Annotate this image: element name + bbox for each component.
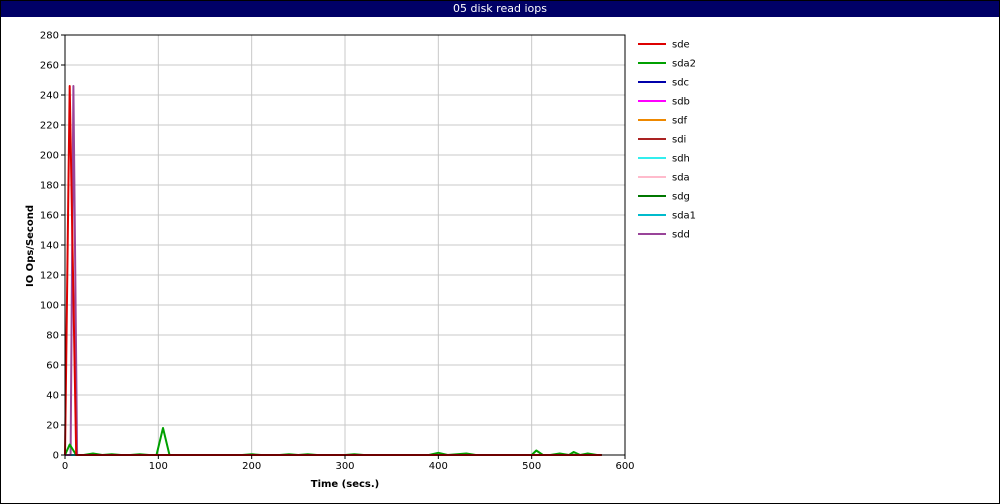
legend: sde sda2 sdc sdb sdf sdi sdh sda sdg sda1 sdd bbox=[638, 40, 696, 241]
y-tick-label: 240 bbox=[40, 91, 59, 102]
legend-label-sdb: sdb bbox=[672, 97, 690, 108]
y-tick-label: 40 bbox=[46, 391, 59, 402]
x-tick-label: 600 bbox=[615, 461, 634, 472]
legend-label-sdc: sdc bbox=[672, 78, 689, 89]
legend-label-sda: sda bbox=[672, 173, 690, 184]
x-axis-title: Time (secs.) bbox=[311, 479, 380, 490]
grid bbox=[64, 34, 626, 456]
y-tick-label: 220 bbox=[40, 121, 59, 132]
y-tick-label: 140 bbox=[40, 241, 59, 252]
y-tick-label: 260 bbox=[40, 61, 59, 72]
legend-label-sdg: sdg bbox=[672, 192, 690, 203]
y-tick-label: 20 bbox=[46, 421, 59, 432]
line-chart: 0 100 200 300 400 500 600 0 20 40 60 80 100 120 140 160… bbox=[25, 31, 696, 491]
legend-label-sdi: sdi bbox=[672, 135, 686, 146]
legend-label-sdh: sdh bbox=[672, 154, 690, 165]
y-tick-label: 160 bbox=[40, 211, 59, 222]
x-tick-label: 0 bbox=[62, 461, 68, 472]
y-tick-label: 120 bbox=[40, 271, 59, 282]
y-tick-label: 80 bbox=[46, 331, 59, 342]
legend-label-sdf: sdf bbox=[672, 116, 688, 127]
legend-label-sda2: sda2 bbox=[672, 59, 696, 70]
x-tick-label: 300 bbox=[335, 461, 354, 472]
legend-label-sdd: sdd bbox=[672, 230, 690, 241]
legend-label-sde: sde bbox=[672, 40, 690, 51]
x-tick-label: 100 bbox=[149, 461, 168, 472]
x-tick-label: 400 bbox=[429, 461, 448, 472]
y-tick-label: 0 bbox=[53, 451, 59, 462]
y-tick-label: 200 bbox=[40, 151, 59, 162]
legend-label-sda1: sda1 bbox=[672, 211, 696, 222]
x-tick-label: 500 bbox=[522, 461, 541, 472]
y-tick-label: 100 bbox=[40, 301, 59, 312]
y-tick-label: 60 bbox=[46, 361, 59, 372]
x-tick-label: 200 bbox=[242, 461, 261, 472]
y-tick-label: 180 bbox=[40, 181, 59, 192]
y-tick-label: 280 bbox=[40, 31, 59, 42]
y-axis-title: IO Ops/Second bbox=[25, 205, 36, 287]
